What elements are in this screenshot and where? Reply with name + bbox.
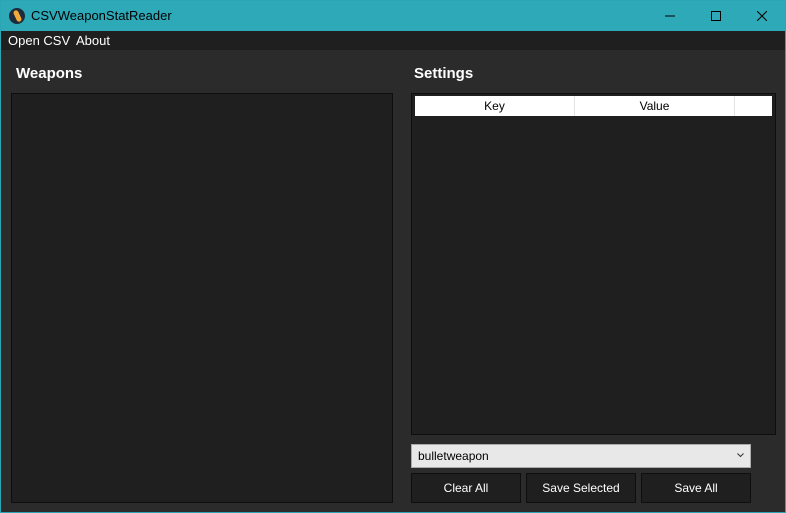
menu-item-about[interactable]: About — [76, 33, 110, 48]
maximize-icon — [711, 11, 721, 21]
menu-item-open-csv[interactable]: Open CSV — [8, 33, 70, 48]
close-button[interactable] — [739, 1, 785, 31]
settings-heading: Settings — [414, 65, 474, 82]
clear-all-button[interactable]: Clear All — [411, 473, 521, 503]
weapon-type-select[interactable]: bulletweapon — [411, 444, 751, 468]
menu-bar: Open CSV About — [1, 31, 785, 50]
column-header-filler — [735, 96, 772, 116]
close-icon — [757, 11, 767, 21]
settings-table[interactable]: Key Value — [411, 93, 776, 435]
window-title: CSVWeaponStatReader — [31, 8, 172, 23]
settings-table-header: Key Value — [415, 96, 772, 116]
weapons-heading: Weapons — [16, 65, 83, 82]
minimize-button[interactable] — [647, 1, 693, 31]
column-header-key[interactable]: Key — [415, 96, 575, 116]
chevron-down-icon — [737, 453, 744, 458]
title-bar[interactable]: CSVWeaponStatReader — [1, 1, 785, 31]
maximize-button[interactable] — [693, 1, 739, 31]
app-window: CSVWeaponStatReader Open CSV About Weapo… — [0, 0, 786, 513]
weapon-type-value: bulletweapon — [418, 449, 489, 463]
column-header-value[interactable]: Value — [575, 96, 735, 116]
minimize-icon — [665, 15, 675, 17]
weapons-list[interactable] — [11, 93, 393, 503]
save-selected-button[interactable]: Save Selected — [526, 473, 636, 503]
app-icon — [9, 8, 25, 24]
save-all-button[interactable]: Save All — [641, 473, 751, 503]
